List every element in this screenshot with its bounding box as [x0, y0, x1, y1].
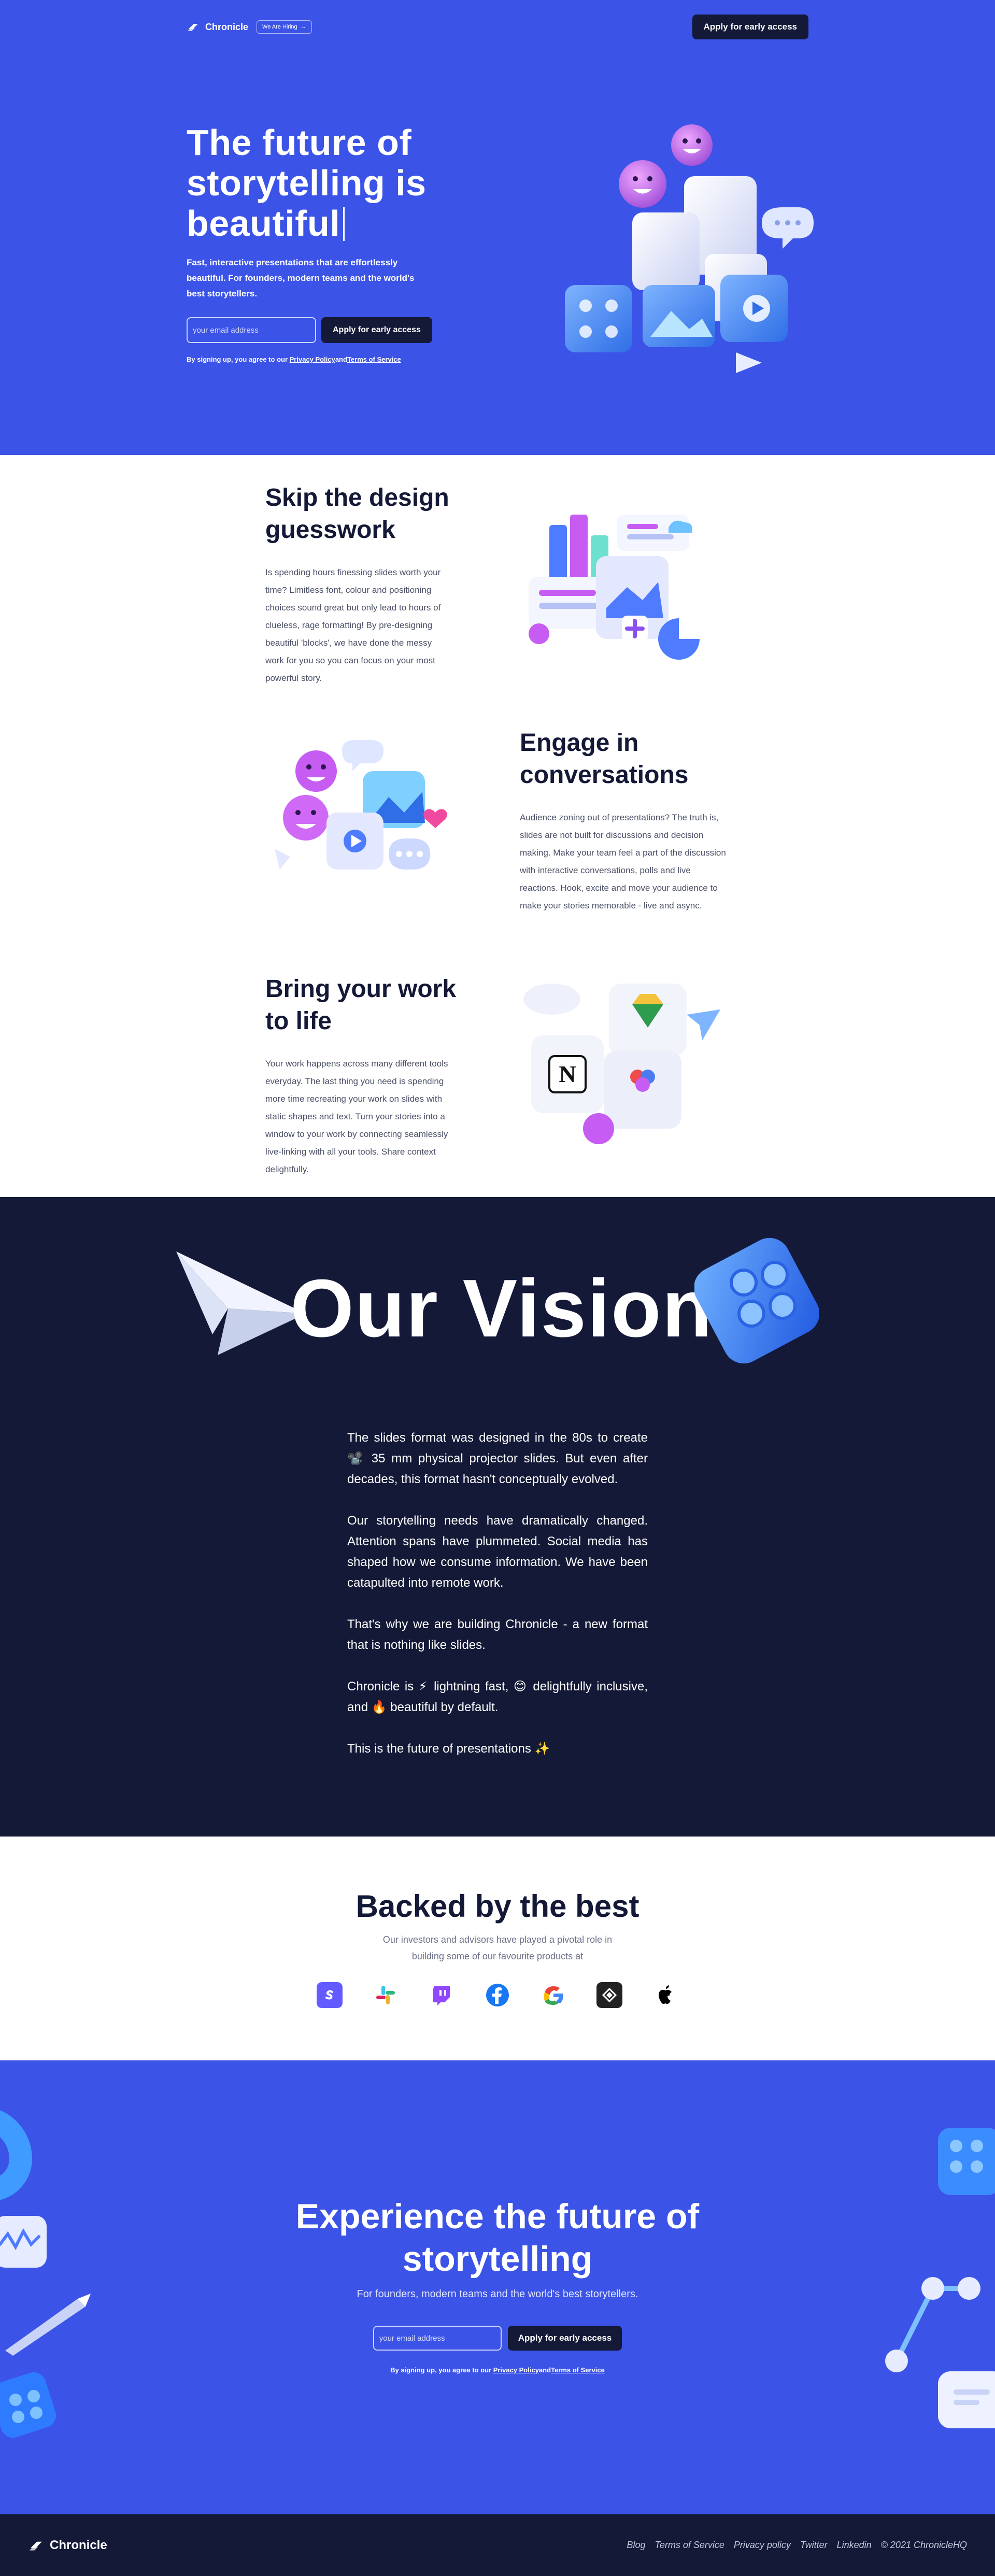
- chronicle-logo-icon: [29, 2541, 42, 2551]
- apple-icon: [652, 1982, 678, 2008]
- hero-apply-button[interactable]: Apply for early access: [321, 317, 432, 343]
- footer-brand-name: Chronicle: [50, 2538, 107, 2552]
- hero-email-input[interactable]: [187, 317, 316, 343]
- vision-paragraph: This is the future of presentations ✨: [347, 1742, 550, 1756]
- hero-illustration: [565, 124, 814, 373]
- feature-2: Engage in conversations Audience zoning …: [520, 727, 727, 915]
- privacy-link[interactable]: Privacy Policy: [290, 355, 335, 363]
- blue-brick-right-icon: [938, 2128, 995, 2195]
- legal-and: and: [335, 355, 347, 363]
- hero-signup-form: Apply for early access: [187, 317, 456, 343]
- vision-paragraph: The slides format was designed in the 80…: [347, 1431, 648, 1486]
- backer-logos: [0, 1982, 995, 2008]
- feature-2-body: Audience zoning out of presentations? Th…: [520, 813, 726, 910]
- cta-title: Experience the future of storytelling: [0, 2195, 995, 2280]
- feature-1-title: Skip the design guesswork: [265, 484, 449, 544]
- hero-content: The future of storytelling is beautiful …: [187, 122, 456, 363]
- blue-brick-icon: [0, 2372, 56, 2438]
- feature-1-body: Is spending hours finessing slides worth…: [265, 567, 441, 683]
- features-section: Skip the design guesswork Is spending ho…: [0, 455, 995, 1197]
- terms-link[interactable]: Terms of Service: [347, 355, 401, 363]
- hero-legal: By signing up, you agree to our Privacy …: [187, 355, 456, 363]
- footer-link-terms[interactable]: Terms of Service: [655, 2540, 724, 2551]
- feature-3: Bring your work to life Your work happen…: [265, 973, 457, 1178]
- cta-email-input[interactable]: [373, 2326, 502, 2351]
- stripe-icon: [317, 1982, 343, 2008]
- integrations-illustration: N: [523, 984, 720, 1144]
- cta-signup-form: Apply for early access: [0, 2326, 995, 2351]
- brand-name: Chronicle: [205, 21, 249, 32]
- vision-title: Our Vision: [290, 1263, 714, 1354]
- footer-link-linkedin[interactable]: Linkedin: [837, 2540, 872, 2551]
- conversations-illustration: [275, 740, 447, 870]
- hiring-badge[interactable]: We Are Hiring →: [257, 20, 312, 34]
- chronicle-logo-icon: [188, 24, 198, 31]
- legal-and: and: [538, 2366, 551, 2374]
- facebook-icon: [485, 1982, 510, 2008]
- feature-3-title: Bring your work to life: [265, 975, 457, 1035]
- vision-paragraph: That's why we are building Chronicle - a…: [347, 1617, 648, 1652]
- cta-apply-button[interactable]: Apply for early access: [507, 2326, 622, 2351]
- footer-copyright: © 2021 ChronicleHQ: [880, 2540, 967, 2550]
- footer: Chronicle Blog Terms of Service Privacy …: [0, 2514, 995, 2576]
- brand-logo[interactable]: Chronicle: [187, 22, 248, 33]
- vision-section: Our Vision The slides format was designe…: [0, 1197, 995, 1837]
- hero-subtitle: Fast, interactive presentations that are…: [187, 258, 415, 298]
- hero-title-text: The future of storytelling is beautiful: [187, 122, 427, 244]
- feature-2-title: Engage in conversations: [520, 729, 689, 789]
- notion-icon: N: [559, 1061, 576, 1087]
- hero-section: Chronicle We Are Hiring → Apply for earl…: [0, 0, 995, 455]
- feature-3-body: Your work happens across many different …: [265, 1059, 448, 1174]
- text-caret: [343, 207, 345, 241]
- cta-section: Experience the future of storytelling Fo…: [0, 2060, 995, 2514]
- top-nav: Chronicle We Are Hiring → Apply for earl…: [187, 15, 808, 39]
- sketch-icon: [596, 1982, 622, 2008]
- feature-1: Skip the design guesswork Is spending ho…: [265, 482, 452, 687]
- hero-title: The future of storytelling is beautiful: [187, 122, 456, 244]
- nav-apply-button[interactable]: Apply for early access: [692, 15, 808, 39]
- cta-title-text: Experience the future of storytelling: [295, 2197, 700, 2279]
- backers-title: Backed by the best: [356, 1889, 639, 1924]
- legal-prefix: By signing up, you agree to our: [390, 2366, 492, 2374]
- backers-section: Backed by the best Our investors and adv…: [0, 1837, 995, 2060]
- footer-link-twitter[interactable]: Twitter: [800, 2540, 828, 2551]
- design-blocks-illustration: [529, 515, 700, 660]
- chat-card-icon: [938, 2371, 995, 2428]
- legal-prefix: By signing up, you agree to our: [187, 355, 288, 363]
- hiring-label: We Are Hiring: [262, 24, 297, 30]
- vision-paragraph: Chronicle is ⚡ lightning fast, 😊 delight…: [347, 1680, 648, 1714]
- vision-text: The slides format was designed in the 80…: [347, 1428, 648, 1780]
- toy-brick-icon: [694, 1237, 819, 1364]
- privacy-link[interactable]: Privacy Policy: [493, 2366, 539, 2374]
- footer-brand[interactable]: Chronicle: [28, 2538, 107, 2553]
- terms-link[interactable]: Terms of Service: [551, 2366, 605, 2374]
- google-icon: [541, 1982, 566, 2008]
- footer-links: Blog Terms of Service Privacy policy Twi…: [627, 2540, 967, 2551]
- arrow-right-icon: →: [300, 24, 306, 30]
- footer-link-privacy[interactable]: Privacy policy: [734, 2540, 791, 2551]
- vision-paragraph: Our storytelling needs have dramatically…: [347, 1514, 648, 1590]
- slack-icon: [373, 1982, 399, 2008]
- backers-subtitle: Our investors and advisors have played a…: [382, 1934, 613, 1961]
- footer-link-blog[interactable]: Blog: [627, 2540, 645, 2551]
- cta-legal: By signing up, you agree to our Privacy …: [0, 2366, 995, 2374]
- cta-subtitle: For founders, modern teams and the world…: [357, 2288, 638, 2300]
- twitch-icon: [429, 1982, 454, 2008]
